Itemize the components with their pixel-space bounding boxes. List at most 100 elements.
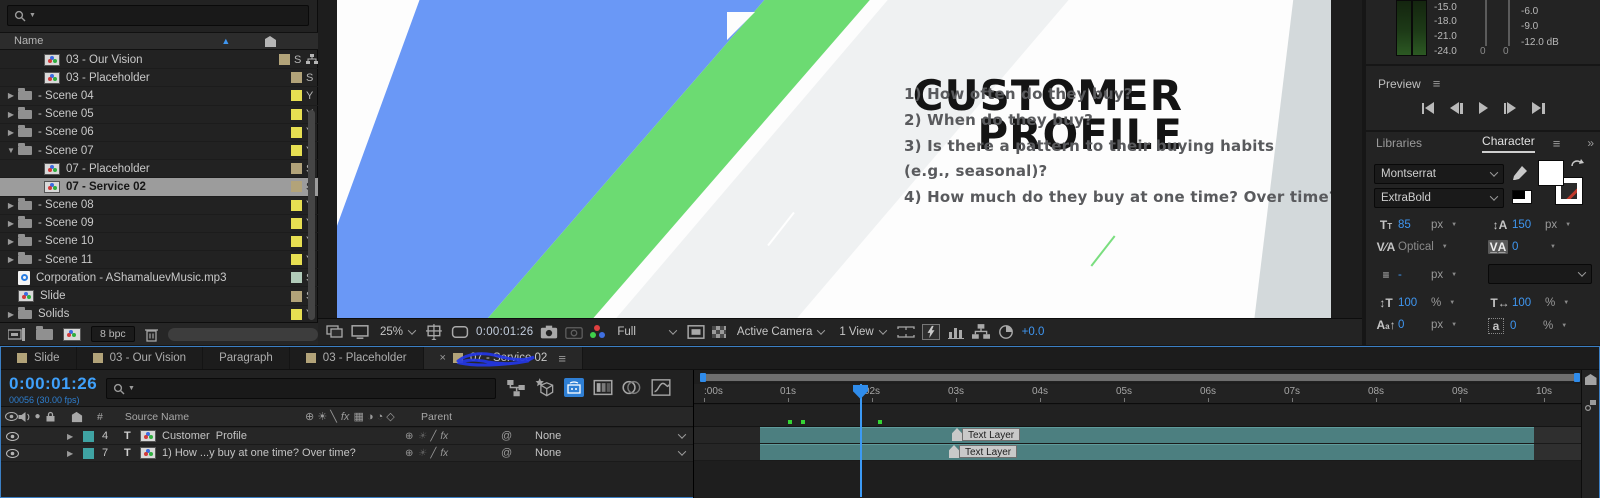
project-item[interactable]: ▶- Scene 09Y xyxy=(0,215,318,233)
audio-slider-left[interactable] xyxy=(1485,0,1487,46)
exposure-value[interactable]: +0.0 xyxy=(1022,326,1045,338)
layer-expand-arrow[interactable]: ▶ xyxy=(67,449,83,458)
font-size-control[interactable]: TT 85 px ▼ xyxy=(1374,218,1457,232)
more-panels-icon[interactable]: » xyxy=(1587,136,1594,150)
solo-column-icon[interactable]: ● xyxy=(31,411,44,422)
label-swatch[interactable] xyxy=(279,54,290,66)
layer-duration-bar[interactable] xyxy=(760,427,1534,443)
playhead-line[interactable] xyxy=(860,384,862,497)
project-search-input[interactable]: ▼ xyxy=(7,5,309,26)
switches-column-icons[interactable]: ⊕ ☀ ╲ fx ▦ ◑ ◔ ◇ xyxy=(305,410,401,424)
proportional-spacing-control[interactable]: a 0% ▼ xyxy=(1488,318,1567,334)
last-frame-button[interactable] xyxy=(1532,102,1545,114)
work-area-bar[interactable] xyxy=(700,373,1580,382)
channel-rgb-icon[interactable] xyxy=(590,325,606,339)
comp-marker-bin-icon[interactable] xyxy=(1584,374,1597,385)
project-horizontal-scrollbar[interactable] xyxy=(167,327,318,341)
work-area-start-handle[interactable] xyxy=(700,373,706,382)
label-swatch[interactable] xyxy=(291,108,302,120)
bit-depth-button[interactable]: 8 bpc xyxy=(91,326,135,342)
expand-arrow-icon[interactable]: ▶ xyxy=(4,255,18,264)
panel-menu-icon[interactable]: ≡ xyxy=(1553,136,1561,151)
label-swatch[interactable] xyxy=(291,72,302,84)
timeline-tab[interactable]: 03 - Placeholder xyxy=(290,347,424,369)
next-frame-button[interactable] xyxy=(1503,102,1516,114)
dropdown-arrow[interactable]: ▼ xyxy=(1563,300,1569,306)
grid-guides-icon[interactable] xyxy=(426,324,444,340)
project-item[interactable]: ▶SolidsY xyxy=(0,306,318,322)
motion-blur-icon[interactable] xyxy=(622,378,642,397)
new-composition-icon[interactable] xyxy=(63,327,81,341)
composition-marker-strip[interactable] xyxy=(694,405,1583,427)
label-swatch[interactable] xyxy=(291,308,302,320)
label-column-icon[interactable] xyxy=(71,411,83,423)
layer-marker[interactable]: Text Layer xyxy=(949,445,1018,458)
project-item[interactable]: 03 - Placeholder S xyxy=(0,69,318,88)
project-item[interactable]: ▶- Scene 08Y xyxy=(0,197,318,215)
magnification-dropdown[interactable]: 25% xyxy=(376,324,419,340)
label-swatch[interactable] xyxy=(291,181,302,193)
play-button[interactable] xyxy=(1478,102,1488,114)
region-of-interest-icon[interactable] xyxy=(687,324,705,340)
expand-arrow-icon[interactable]: ▶ xyxy=(4,310,18,319)
timeline-graph-area[interactable]: :00s 01s 02s 03s 04s 05s 06s 07s 08s 09s… xyxy=(693,370,1583,498)
flowchart-icon[interactable] xyxy=(971,324,990,340)
viewer-time-display[interactable]: 0:00:01:26 xyxy=(476,326,533,338)
label-swatch[interactable] xyxy=(291,272,302,284)
delete-trash-icon[interactable] xyxy=(144,327,158,342)
frame-blending-icon[interactable] xyxy=(593,378,613,397)
project-item[interactable]: Corporation - AShamaluevMusic.mp3S xyxy=(0,269,318,288)
draft-3d-icon[interactable] xyxy=(535,378,555,397)
view-layout-dropdown[interactable]: 1 View xyxy=(835,324,889,340)
swap-fill-stroke-icon[interactable] xyxy=(1570,158,1584,170)
project-columns-header[interactable]: Name ▲ xyxy=(0,32,318,50)
vertical-scale-control[interactable]: ↕T 100% ▼ xyxy=(1374,296,1455,310)
panel-menu-icon[interactable]: ≡ xyxy=(1433,76,1441,91)
dropdown-arrow[interactable]: ▼ xyxy=(1451,322,1457,328)
parent-dropdown[interactable]: None xyxy=(535,430,693,442)
lock-column-icon[interactable] xyxy=(44,411,57,422)
timeline-tab[interactable]: Paragraph xyxy=(203,347,290,369)
audio-column-icon[interactable] xyxy=(18,411,31,422)
label-swatch[interactable] xyxy=(291,217,302,229)
project-item[interactable]: ▶ - Scene 04 Y xyxy=(0,87,318,106)
expand-arrow-icon[interactable]: ▶ xyxy=(4,110,18,119)
project-item[interactable]: ▶- Scene 06Y xyxy=(0,124,318,142)
font-style-dropdown[interactable]: ExtraBold xyxy=(1374,188,1504,208)
layer-row[interactable]: ▶ 4 T Customer Profile ⊕ ☀ ╱ fx @ None xyxy=(1,428,693,445)
parent-pickwhip-icon[interactable]: @ xyxy=(501,447,535,459)
parent-column-header[interactable]: Parent xyxy=(421,411,452,423)
sort-ascending-icon[interactable]: ▲ xyxy=(221,36,230,46)
work-area-end-handle[interactable] xyxy=(1574,373,1580,382)
close-tab-icon[interactable]: × xyxy=(440,352,446,364)
project-item[interactable]: ▶- Scene 05Y xyxy=(0,106,318,124)
tsume-control[interactable]: ≡ - px ▼ xyxy=(1374,268,1457,282)
label-swatch[interactable] xyxy=(291,199,302,211)
tab-character[interactable]: Character xyxy=(1482,134,1535,153)
timeline-tab-active[interactable]: × 07 - Service 02 ≡ xyxy=(423,347,583,369)
comp-flag-icon[interactable] xyxy=(1584,399,1597,411)
dropdown-arrow[interactable]: ▼ xyxy=(1451,222,1457,228)
search-dropdown-arrow[interactable]: ▼ xyxy=(29,12,36,19)
layer-row[interactable]: ▶ 7 T 1) How ...y buy at one time? Over … xyxy=(1,445,693,462)
baseline-shift-control[interactable]: Aa↑ 0 px ▼ xyxy=(1374,318,1457,332)
layer-color-swatch[interactable] xyxy=(83,430,94,442)
project-item[interactable]: ▶- Scene 11Y xyxy=(0,251,318,270)
search-dropdown-arrow[interactable]: ▼ xyxy=(128,385,135,392)
font-family-dropdown[interactable]: Montserrat xyxy=(1374,164,1504,184)
label-column-icon[interactable] xyxy=(264,35,277,48)
project-item[interactable]: ▶- Scene 10Y xyxy=(0,233,318,252)
reset-exposure-icon[interactable] xyxy=(997,324,1015,340)
horizontal-scale-control[interactable]: T↔ 100% ▼ xyxy=(1488,296,1569,310)
timeline-tab[interactable]: Slide xyxy=(1,347,77,369)
project-scrollbar[interactable] xyxy=(308,110,315,320)
layer-track[interactable]: Text Layer xyxy=(694,427,1583,444)
label-swatch[interactable] xyxy=(291,235,302,247)
label-swatch[interactable] xyxy=(291,254,302,266)
label-swatch[interactable] xyxy=(291,145,302,157)
tab-libraries[interactable]: Libraries xyxy=(1376,136,1422,150)
expand-arrow-icon[interactable]: ▶ xyxy=(4,128,18,137)
dropdown-arrow[interactable]: ▼ xyxy=(1561,323,1567,329)
parent-pickwhip-icon[interactable]: @ xyxy=(501,430,535,442)
mask-visibility-icon[interactable] xyxy=(451,324,469,340)
